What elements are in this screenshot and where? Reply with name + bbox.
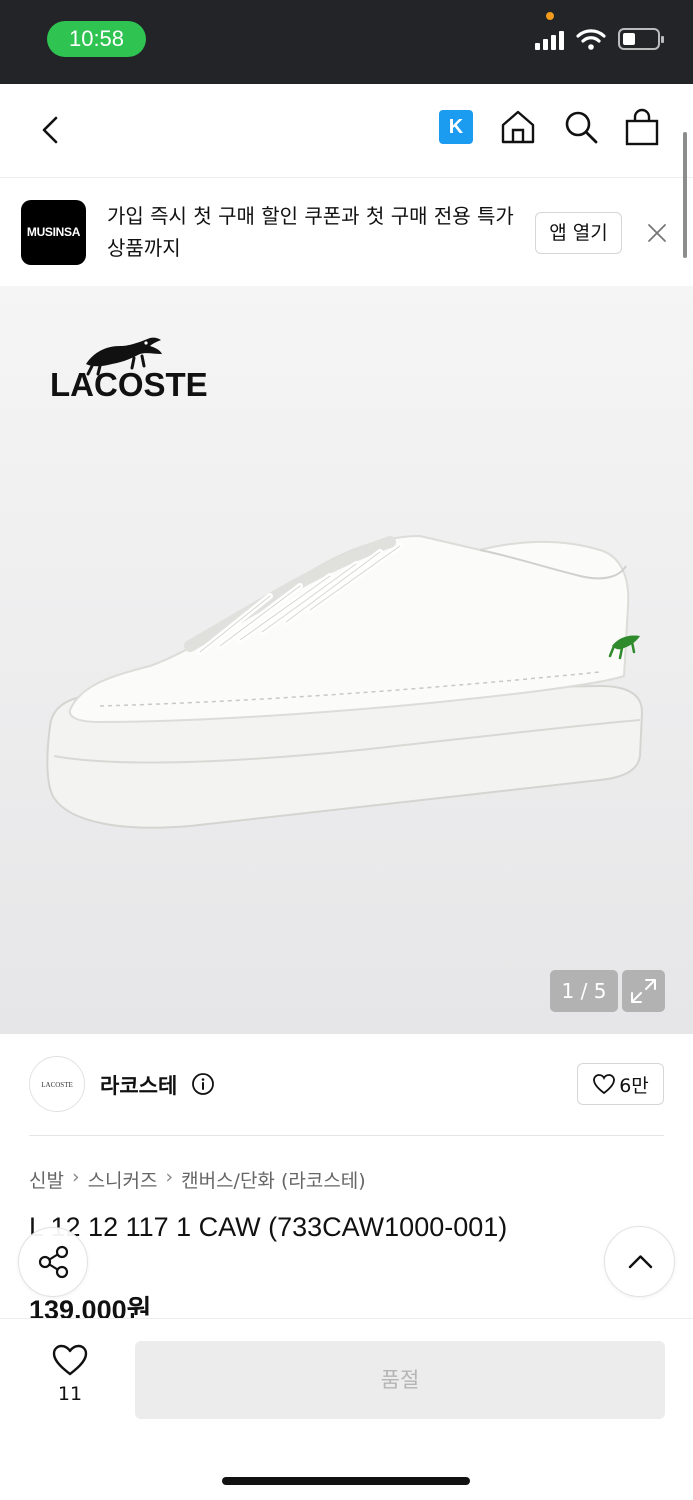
wishlist-count: 11 [57, 1383, 83, 1405]
battery-icon [618, 28, 664, 50]
sold-out-button: 품절 [135, 1341, 665, 1419]
wishlist-button[interactable]: 11 [40, 1343, 100, 1423]
breadcrumb-item[interactable]: 신발 [29, 1166, 64, 1193]
lacoste-wordmark: LACOSTE [50, 366, 208, 403]
home-icon[interactable] [499, 108, 537, 146]
search-icon[interactable] [563, 109, 599, 145]
breadcrumb: 신발 › 스니커즈 › 캔버스/단화 (라코스테) [29, 1166, 366, 1193]
image-counter: 1 / 5 [550, 970, 618, 1012]
divider [29, 1135, 664, 1136]
brand-like-count: 6만 [619, 1074, 649, 1097]
scroll-indicator [683, 132, 687, 258]
chevron-right-icon: › [165, 1166, 174, 1188]
banner-message: 가입 즉시 첫 구매 할인 쿠폰과 첫 구매 전용 특가 상품까지 [107, 204, 514, 260]
bottom-action-bar: 11 품절 [0, 1318, 693, 1500]
status-time: 10:58 [47, 21, 146, 57]
nav-actions: K [439, 108, 659, 146]
heart-icon [593, 1074, 616, 1095]
breadcrumb-item[interactable]: 스니커즈 [88, 1166, 158, 1193]
info-icon[interactable] [191, 1072, 215, 1096]
close-icon[interactable] [646, 222, 668, 244]
privacy-indicator-dot [546, 12, 554, 20]
brand-row: LACOSTE 라코스테 6만 [0, 1034, 693, 1136]
home-indicator[interactable] [222, 1477, 470, 1485]
top-nav-bar: K [0, 84, 693, 178]
app-install-banner: MUSINSA 가입 즉시 첫 구매 할인 쿠폰과 첫 구매 전용 특가 상품까… [0, 178, 693, 286]
signal-icon [535, 28, 564, 50]
musinsa-logo: MUSINSA [21, 200, 86, 265]
product-image-gallery[interactable]: LACOSTE 1 / 5 [0, 286, 693, 1034]
chevron-up-icon [628, 1255, 653, 1269]
expand-image-button[interactable] [622, 970, 665, 1012]
status-bar: 10:58 [0, 0, 693, 84]
chevron-left-icon[interactable] [32, 110, 72, 150]
chevron-right-icon: › [71, 1166, 80, 1188]
brand-name[interactable]: 라코스테 [100, 1070, 177, 1100]
wifi-icon [576, 29, 606, 50]
product-title: L 12 12 117 1 CAW (733CAW1000-001) [29, 1212, 508, 1242]
status-icons [535, 28, 664, 50]
sneaker-image [46, 534, 644, 829]
brand-avatar[interactable]: LACOSTE [29, 1056, 85, 1112]
breadcrumb-item[interactable]: 캔버스/단화 (라코스테) [181, 1166, 366, 1193]
shopping-bag-icon[interactable] [625, 108, 659, 146]
heart-icon [52, 1344, 88, 1376]
k-app-icon[interactable]: K [439, 110, 473, 144]
expand-icon [631, 979, 656, 1003]
scroll-to-top-button[interactable] [604, 1226, 675, 1297]
open-app-button[interactable]: 앱 열기 [535, 212, 622, 254]
share-icon [38, 1245, 69, 1279]
brand-like-button[interactable]: 6만 [577, 1063, 664, 1105]
share-button[interactable] [18, 1227, 88, 1297]
